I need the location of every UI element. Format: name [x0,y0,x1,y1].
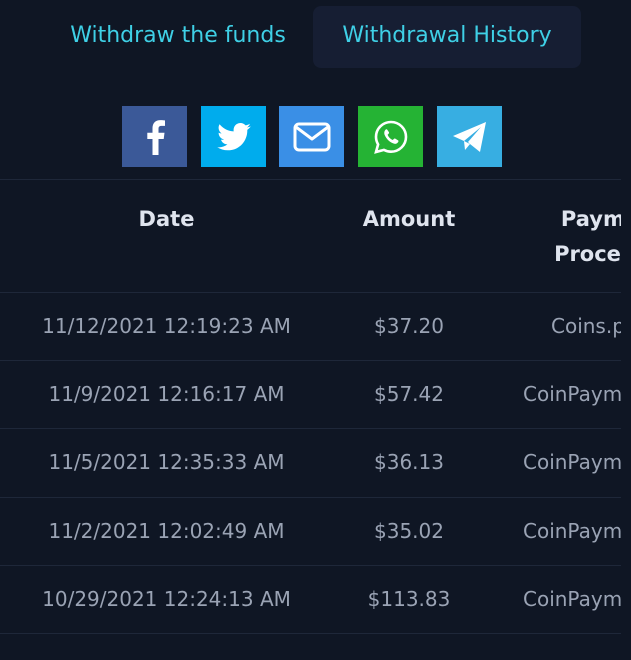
cell-processor: CoinPaym [523,519,621,543]
email-icon [293,122,330,151]
cell-processor: CoinPaym [523,587,621,611]
cell-amount: $37.20 [374,314,444,338]
column-header-payment-processor: Payme Process [500,202,621,272]
share-twitter-button[interactable] [201,106,266,167]
cell-date: 11/5/2021 12:35:33 AM [48,450,285,474]
withdrawal-history-table: Date Amount Payme Process 11/12/2021 12:… [0,179,621,660]
cell-processor: Coins.p [551,314,621,338]
divider [0,633,621,634]
share-whatsapp-button[interactable] [358,106,423,167]
share-facebook-button[interactable] [122,106,187,167]
table-row: 11/9/2021 12:16:17 AM $57.42 CoinPaym [0,360,621,428]
tab-bar: Withdraw the funds Withdrawal History [0,6,631,68]
share-email-button[interactable] [279,106,344,167]
facebook-icon [146,119,165,155]
cell-amount: $57.42 [374,382,444,406]
table-row: 11/12/2021 12:19:23 AM $37.20 Coins.p [0,292,621,360]
cell-date: 11/2/2021 12:02:49 AM [48,519,285,543]
tab-withdrawal-history[interactable]: Withdrawal History [313,6,581,68]
table-row: 11/2/2021 12:02:49 AM $35.02 CoinPaym [0,497,621,565]
cell-date: 11/12/2021 12:19:23 AM [42,314,291,338]
cell-amount: $35.02 [374,519,444,543]
telegram-icon [452,121,486,152]
column-header-amount: Amount [362,207,456,231]
cell-amount: $36.13 [374,450,444,474]
cell-date: 10/29/2021 12:24:13 AM [42,587,291,611]
column-header-date: Date [138,207,195,231]
cell-amount: $113.83 [367,587,451,611]
tab-withdraw-funds[interactable]: Withdraw the funds [56,6,300,68]
column-header-processor-line1: Payme [560,207,621,231]
whatsapp-icon [373,120,407,154]
cell-processor: CoinPaym [523,450,621,474]
table-row: 11/5/2021 12:35:33 AM $36.13 CoinPaym [0,428,621,496]
cell-processor: CoinPaym [523,382,621,406]
share-bar [0,106,631,167]
column-header-processor-line2: Process [554,242,621,266]
share-telegram-button[interactable] [437,106,502,167]
twitter-icon [216,122,251,150]
cell-date: 11/9/2021 12:16:17 AM [48,382,285,406]
divider [0,179,621,180]
table-row: 10/29/2021 12:24:13 AM $113.83 CoinPaym [0,565,621,633]
